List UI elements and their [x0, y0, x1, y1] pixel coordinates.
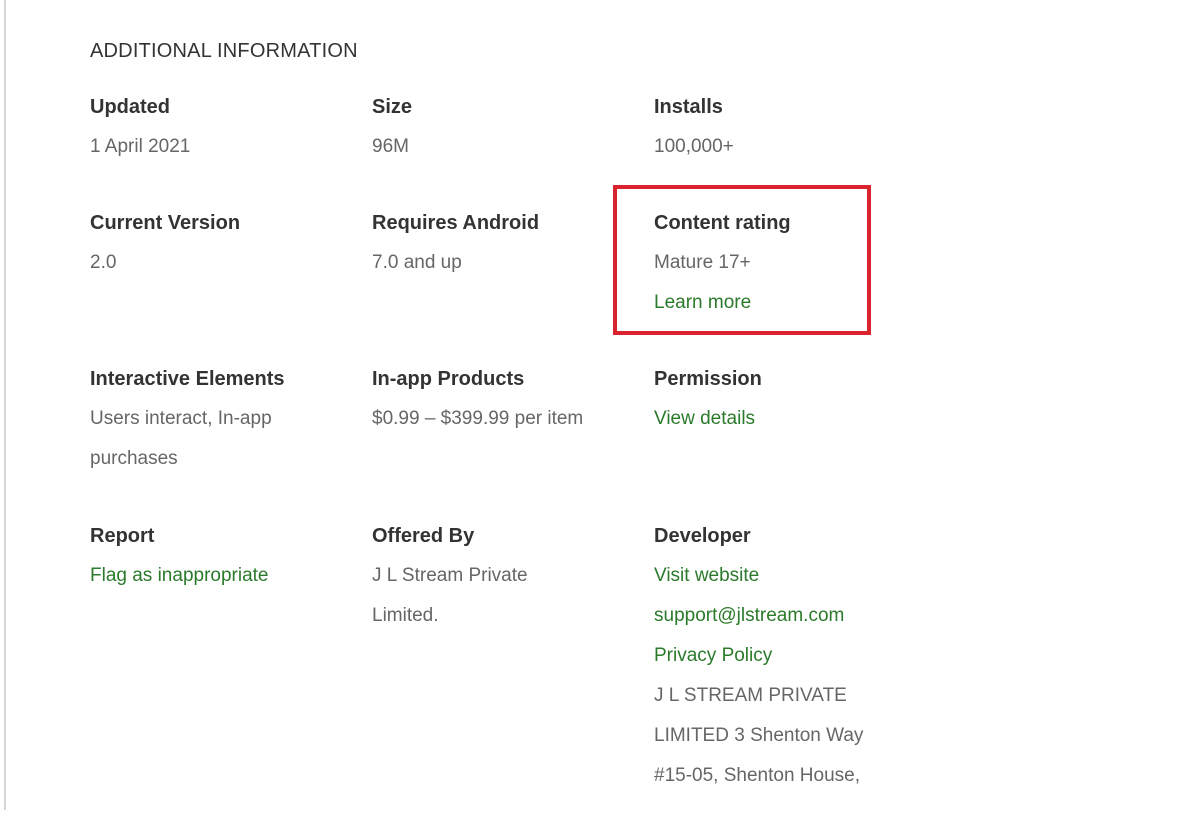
view-details-link[interactable]: View details — [654, 399, 914, 439]
in-app-products-label: In-app Products — [372, 368, 525, 390]
interactive-elements-line1: Users interact, In-app — [90, 408, 272, 429]
current-version-value: 2.0 — [90, 252, 117, 273]
offered-by-label: Offered By — [372, 525, 475, 547]
info-offered-by: Offered By J L Stream Private Limited. — [372, 524, 654, 826]
developer-address-line2: LIMITED 3 Shenton Way — [654, 725, 864, 746]
flag-inappropriate-link[interactable]: Flag as inappropriate — [90, 556, 372, 596]
size-value: 96M — [372, 136, 409, 157]
visit-website-link[interactable]: Visit website — [654, 556, 914, 596]
info-in-app-products: In-app Products $0.99 – $399.99 per item — [372, 367, 654, 524]
developer-address-line3: #15-05, Shenton House, — [654, 765, 860, 786]
updated-value: 1 April 2021 — [90, 136, 191, 157]
info-size: Size 96M — [372, 95, 654, 211]
left-border-divider — [4, 0, 6, 810]
info-developer: Developer Visit website support@jlstream… — [654, 524, 914, 826]
current-version-label: Current Version — [90, 212, 241, 234]
developer-email-link[interactable]: support@jlstream.com — [654, 596, 914, 636]
privacy-policy-link[interactable]: Privacy Policy — [654, 636, 914, 676]
requires-android-label: Requires Android — [372, 212, 540, 234]
content-rating-highlight-box — [613, 185, 871, 335]
info-requires-android: Requires Android 7.0 and up — [372, 211, 654, 367]
info-interactive-elements: Interactive Elements Users interact, In-… — [90, 367, 372, 524]
offered-by-line2: Limited. — [372, 605, 439, 626]
developer-address-line1: J L STREAM PRIVATE — [654, 685, 847, 706]
section-title: ADDITIONAL INFORMATION — [90, 40, 358, 62]
report-label: Report — [90, 525, 155, 547]
info-permission: Permission View details — [654, 367, 914, 524]
info-report: Report Flag as inappropriate — [90, 524, 372, 826]
updated-label: Updated — [90, 96, 170, 118]
size-label: Size — [372, 96, 413, 118]
requires-android-value: 7.0 and up — [372, 252, 462, 273]
offered-by-line1: J L Stream Private — [372, 565, 528, 586]
info-updated: Updated 1 April 2021 — [90, 95, 372, 211]
developer-label: Developer — [654, 525, 751, 547]
interactive-elements-label: Interactive Elements — [90, 368, 285, 390]
installs-value: 100,000+ — [654, 136, 734, 157]
interactive-elements-line2: purchases — [90, 448, 178, 469]
info-current-version: Current Version 2.0 — [90, 211, 372, 367]
installs-label: Installs — [654, 96, 723, 118]
permission-label: Permission — [654, 368, 762, 390]
in-app-products-value: $0.99 – $399.99 per item — [372, 408, 584, 429]
